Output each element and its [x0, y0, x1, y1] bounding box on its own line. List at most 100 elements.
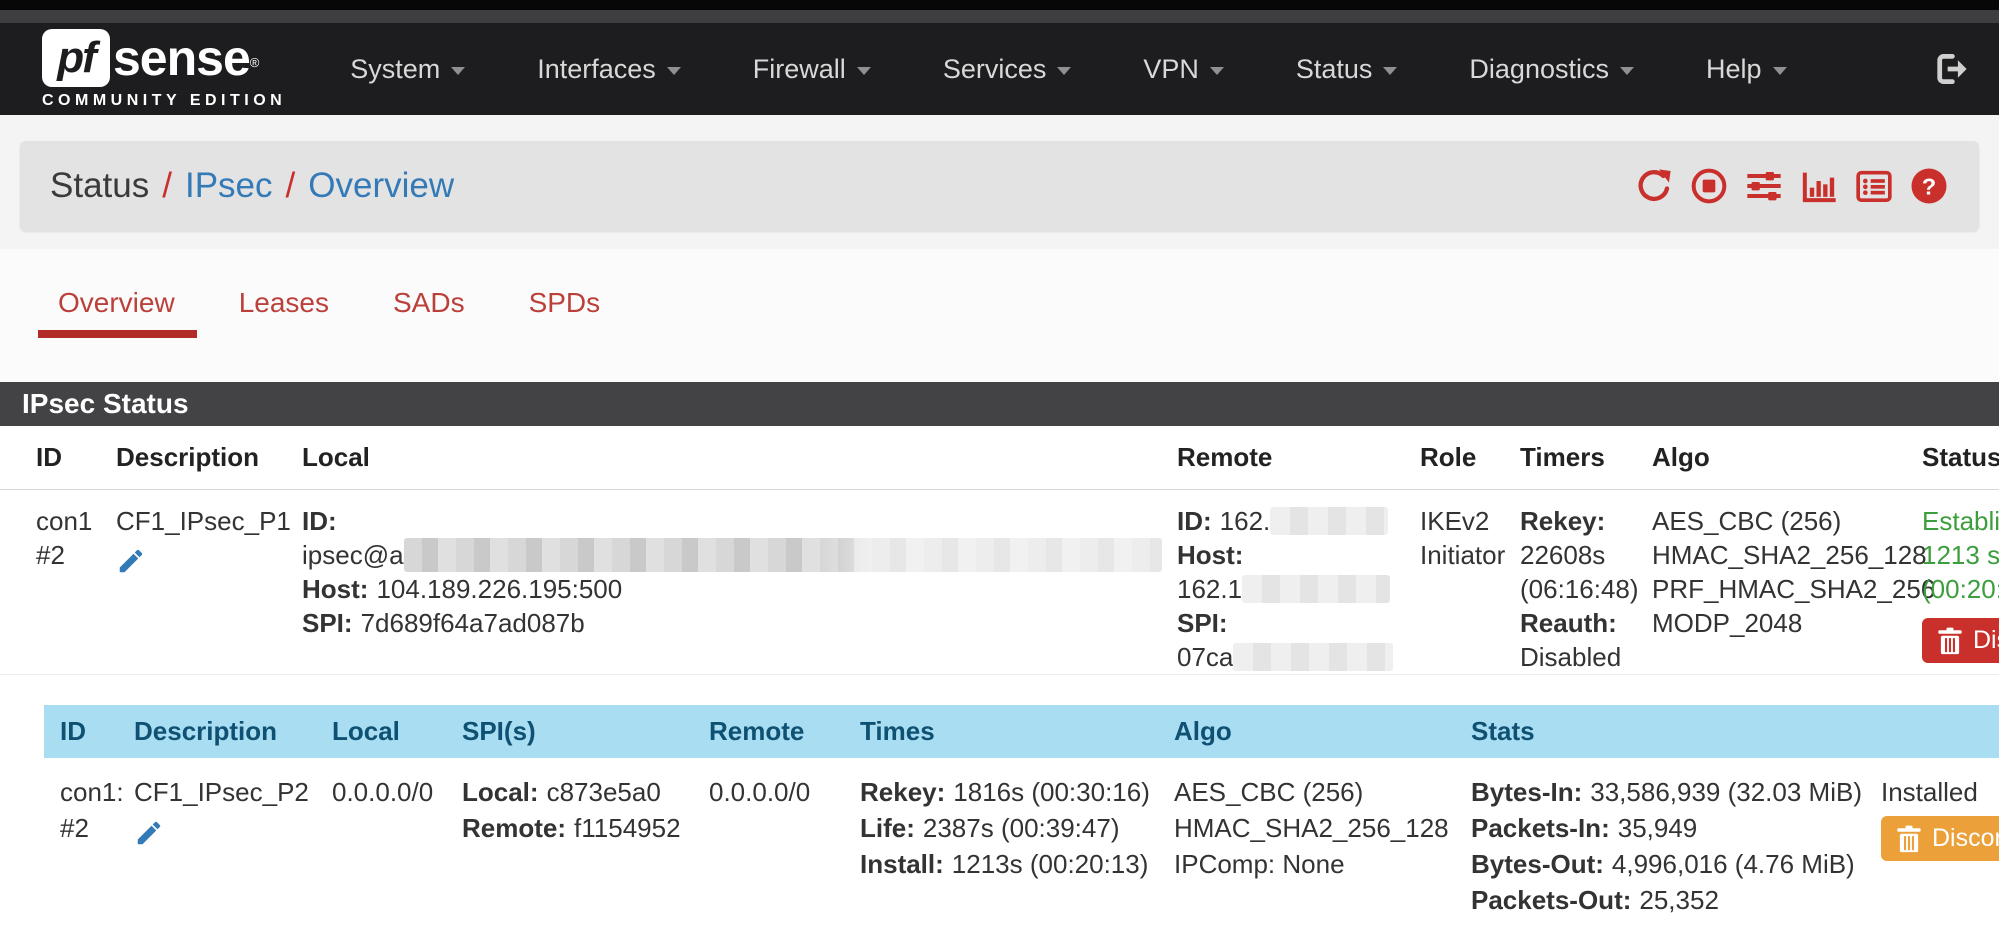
reauth-label: Reauth: — [1520, 606, 1626, 640]
p1-header-timers: Timers — [1520, 426, 1652, 490]
stat-value: 33,586,939 (32.03 MiB) — [1590, 777, 1862, 807]
page-toolbar: ? — [1634, 166, 1949, 206]
p2-cell-description: CF1_IPsec_P2 — [134, 758, 332, 931]
connection-id: con1 — [36, 504, 98, 538]
rekey-label: Rekey: — [1520, 504, 1626, 538]
panel-title: IPsec Status — [0, 382, 1999, 426]
remote-network: 0.0.0.0/0 — [709, 774, 846, 810]
nav-label: Interfaces — [537, 54, 656, 85]
p2-header-stats: Stats — [1471, 705, 1881, 758]
remote-id-label: ID: — [1177, 506, 1212, 536]
role-value: Initiator — [1420, 538, 1502, 572]
p2-cell-status: Installed Disconnect — [1881, 758, 1999, 931]
p1-cell-description: CF1_IPsec_P1 — [116, 490, 302, 675]
chevron-down-icon — [857, 67, 871, 75]
chevron-down-icon — [1773, 67, 1787, 75]
p2-header-times: Times — [860, 705, 1174, 758]
spi-remote-label: Remote: — [462, 813, 566, 843]
registered-mark: ® — [250, 55, 260, 70]
chevron-down-icon — [1383, 67, 1397, 75]
logout-button[interactable] — [1931, 50, 1969, 88]
p1-header-remote: Remote — [1177, 426, 1420, 490]
p2-cell-times: Rekey:1816s (00:30:16) Life:2387s (00:39… — [860, 758, 1174, 931]
edit-icon[interactable] — [134, 818, 164, 848]
nav-item-firewall[interactable]: Firewall — [717, 54, 907, 85]
breadcrumb-link-ipsec[interactable]: IPsec — [185, 166, 273, 206]
time-value: 1816s (00:30:16) — [953, 777, 1150, 807]
breadcrumb-section: Status — [50, 166, 149, 206]
remote-id-value: 162. — [1220, 506, 1271, 536]
breadcrumb-separator: / — [286, 166, 296, 206]
redacted-value — [1270, 507, 1388, 535]
p1-header-description: Description — [116, 426, 302, 490]
time-label: Life: — [860, 813, 915, 843]
p1-cell-timers: Rekey: 22608s (06:16:48) Reauth: Disable… — [1520, 490, 1652, 675]
sliders-icon[interactable] — [1744, 166, 1784, 206]
p1-header-status: Status — [1922, 426, 1999, 490]
trash-icon — [1896, 825, 1922, 853]
p1-cell-remote: ID:162. Host: 162.1 SPI: 07ca — [1177, 490, 1420, 675]
breadcrumb: Status / IPsec / Overview — [20, 141, 1979, 231]
p2-cell-algo: AES_CBC (256) HMAC_SHA2_256_128 IPComp: … — [1174, 758, 1471, 931]
svg-text:?: ? — [1922, 173, 1936, 199]
breadcrumb-link-overview[interactable]: Overview — [308, 166, 454, 206]
algo-hash: HMAC_SHA2_256_128 — [1652, 538, 1904, 572]
p1-cell-status: Established 1213 seconds (00:20:13) Disc… — [1922, 490, 1999, 675]
tab-spds[interactable]: SPDs — [529, 287, 601, 338]
refresh-icon[interactable] — [1634, 166, 1674, 206]
connection-id: con1: — [60, 774, 120, 810]
stat-label: Packets-Out: — [1471, 885, 1631, 915]
p2-header-spis: SPI(s) — [462, 705, 709, 758]
p1-header-id: ID — [0, 426, 116, 490]
p2-header-local: Local — [332, 705, 462, 758]
list-icon[interactable] — [1854, 166, 1894, 206]
nav-label: System — [350, 54, 440, 85]
p2-cell-id: con1: #2 — [44, 758, 134, 931]
ipsec-tabs: Overview Leases SADs SPDs — [0, 249, 1999, 338]
stat-label: Packets-In: — [1471, 813, 1610, 843]
pfsense-logo[interactable]: pf sense ® COMMUNITY EDITION — [42, 29, 286, 110]
disconnect-p1-button[interactable]: Disconnect — [1922, 618, 1999, 663]
local-spi-label: SPI: — [302, 608, 353, 638]
nav-item-services[interactable]: Services — [907, 54, 1108, 85]
nav-item-status[interactable]: Status — [1260, 54, 1434, 85]
chart-bar-icon[interactable] — [1799, 166, 1839, 206]
tab-leases[interactable]: Leases — [239, 287, 329, 338]
tab-overview[interactable]: Overview — [58, 287, 175, 338]
p1-header-row: ID Description Local Remote Role Timers … — [0, 426, 1999, 490]
local-network: 0.0.0.0/0 — [332, 774, 448, 810]
p2-header-remote: Remote — [709, 705, 860, 758]
edit-icon[interactable] — [116, 546, 146, 576]
connection-instance: #2 — [60, 810, 120, 846]
p2-cell-spis: Local:c873e5a0 Remote:f1154952 — [462, 758, 709, 931]
nav-item-help[interactable]: Help — [1670, 54, 1823, 85]
p1-header-role: Role — [1420, 426, 1520, 490]
status-state: Installed — [1881, 774, 1999, 810]
tab-sads[interactable]: SADs — [393, 287, 465, 338]
p1-cell-role: IKEv2 Initiator — [1420, 490, 1520, 675]
algo-hash: HMAC_SHA2_256_128 — [1174, 810, 1457, 846]
p2-header-blank — [1881, 705, 1999, 758]
local-host-value: 104.189.226.195:500 — [376, 574, 622, 604]
time-label: Rekey: — [860, 777, 945, 807]
nav-item-interfaces[interactable]: Interfaces — [501, 54, 717, 85]
chevron-down-icon — [1210, 67, 1224, 75]
p1-header-algo: Algo — [1652, 426, 1922, 490]
edition-label: COMMUNITY EDITION — [42, 92, 286, 110]
nav-item-system[interactable]: System — [314, 54, 501, 85]
help-icon[interactable]: ? — [1909, 166, 1949, 206]
table-row: con1 #2 CF1_IPsec_P1 ID: ipsec@a Host:10… — [0, 490, 1999, 675]
nav-item-diagnostics[interactable]: Diagnostics — [1433, 54, 1670, 85]
rekey-time: (06:16:48) — [1520, 572, 1634, 606]
top-strip — [0, 0, 1999, 10]
nav-label: Firewall — [753, 54, 846, 85]
disconnect-p2-button[interactable]: Disconnect — [1881, 816, 1999, 861]
spi-local-value: c873e5a0 — [547, 777, 661, 807]
sign-out-icon — [1931, 50, 1969, 88]
nav-item-vpn[interactable]: VPN — [1107, 54, 1260, 85]
local-id-value: ipsec@a — [302, 540, 404, 570]
stat-label: Bytes-In: — [1471, 777, 1582, 807]
stat-label: Bytes-Out: — [1471, 849, 1604, 879]
stop-icon[interactable] — [1689, 166, 1729, 206]
stat-value: 35,949 — [1618, 813, 1698, 843]
